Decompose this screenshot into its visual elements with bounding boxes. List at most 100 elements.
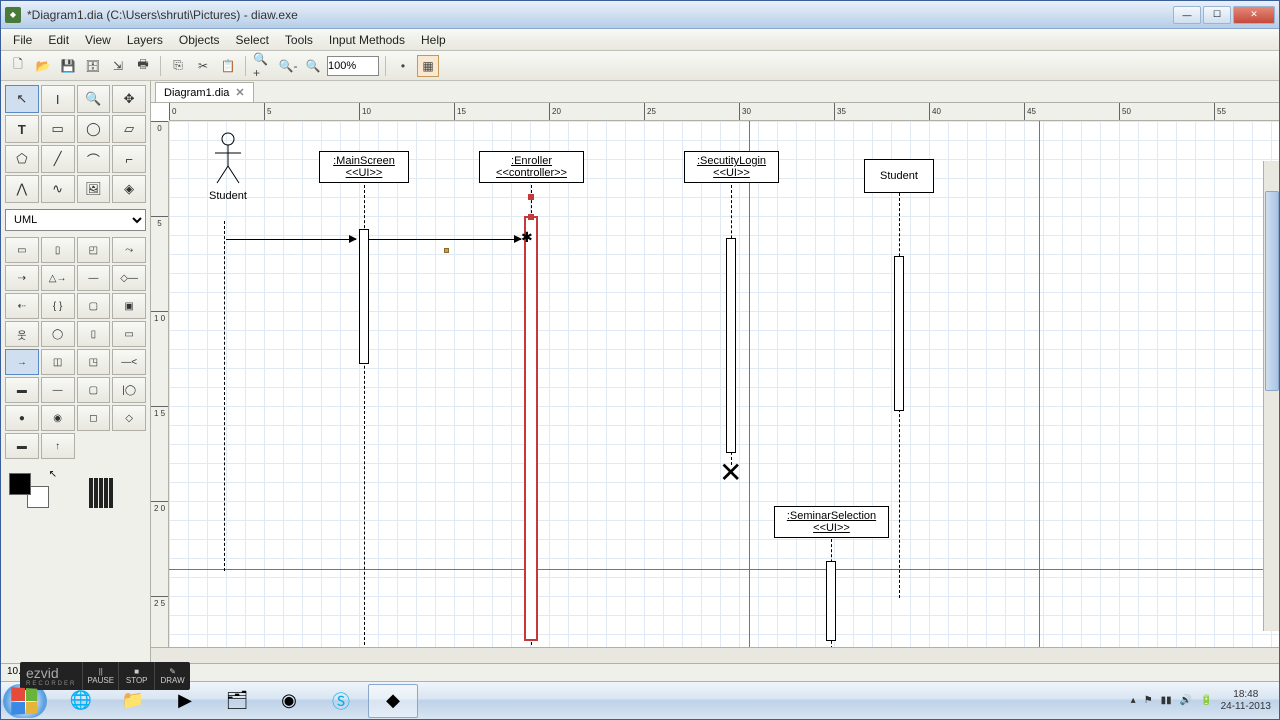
uml-component[interactable]: ◫ <box>41 349 75 375</box>
zoom-out-button[interactable]: 🔍- <box>277 55 299 77</box>
uml-note[interactable]: ◰ <box>77 237 111 263</box>
close-tab-icon[interactable]: ✕ <box>235 86 244 99</box>
ellipse-tool[interactable]: ◯ <box>77 115 111 143</box>
uml-largepackage[interactable]: ▣ <box>112 293 146 319</box>
pointer-tool[interactable]: ↖ <box>5 85 39 113</box>
tray-volume-icon[interactable]: 🔊 <box>1180 695 1192 706</box>
uml-generalization[interactable]: △→ <box>41 265 75 291</box>
copy-button[interactable]: ⎘ <box>167 55 189 77</box>
minimize-button[interactable]: — <box>1173 6 1201 24</box>
maximize-button[interactable]: ☐ <box>1203 6 1231 24</box>
line-pattern[interactable] <box>89 478 113 508</box>
fg-color[interactable] <box>9 473 31 495</box>
new-button[interactable]: 🗋 <box>7 55 29 77</box>
uml-actor[interactable]: 웃 <box>5 321 39 347</box>
close-button[interactable]: ✕ <box>1233 6 1275 24</box>
activation-enroller-selected[interactable] <box>524 216 538 641</box>
uml-activity[interactable]: ▢ <box>77 377 111 403</box>
swap-colors-icon[interactable]: ↖ <box>49 469 57 480</box>
zigzag-tool[interactable]: ⌐ <box>112 145 146 173</box>
uml-realizes[interactable]: ⇢ <box>5 265 39 291</box>
uml-arrow-up[interactable]: ↑ <box>41 433 75 459</box>
tray-clock[interactable]: 18:48 24-11-2013 <box>1221 689 1271 713</box>
scrollbar-horizontal[interactable] <box>151 647 1279 663</box>
message-handle[interactable] <box>444 248 449 253</box>
uml-bar[interactable]: ▬ <box>5 433 39 459</box>
message-arrow-1[interactable] <box>226 239 356 240</box>
uml-object-mainscreen[interactable]: :MainScreen <<UI>> <box>319 151 409 183</box>
beziergon-tool[interactable]: ⬠ <box>5 145 39 173</box>
recorder-draw-button[interactable]: ✎DRAW <box>154 662 190 690</box>
menu-tools[interactable]: Tools <box>277 30 321 50</box>
task-chrome[interactable]: ◉ <box>264 684 314 718</box>
sheet-select[interactable]: UML <box>5 209 146 231</box>
save-as-button[interactable]: 🗄 <box>82 55 104 77</box>
uml-actor-student[interactable]: Student <box>209 131 247 202</box>
uml-message[interactable]: → <box>5 349 39 375</box>
uml-template[interactable]: ▯ <box>41 237 75 263</box>
zoom-select[interactable] <box>327 56 379 76</box>
recorder-stop-button[interactable]: ■STOP <box>118 662 154 690</box>
message-arrow-2[interactable] <box>369 239 521 240</box>
recorder-pause-button[interactable]: ||PAUSE <box>82 662 118 690</box>
text-tool[interactable]: T <box>5 115 39 143</box>
magnify-tool[interactable]: 🔍 <box>77 85 111 113</box>
tray-battery-icon[interactable]: 🔋 <box>1200 695 1212 706</box>
uml-initial[interactable]: ● <box>5 405 39 431</box>
uml-dependency[interactable]: ⤳ <box>112 237 146 263</box>
zoom-fit-button[interactable]: 🔍 <box>302 55 324 77</box>
menu-edit[interactable]: Edit <box>40 30 77 50</box>
uml-object-seminarselection[interactable]: :SeminarSelection <<UI>> <box>774 506 889 538</box>
menu-objects[interactable]: Objects <box>171 30 228 50</box>
activation-seminar[interactable] <box>826 561 836 641</box>
uml-object[interactable]: ▭ <box>112 321 146 347</box>
uml-constraint[interactable]: { } <box>41 293 75 319</box>
uml-class[interactable]: ▭ <box>5 237 39 263</box>
menu-input-methods[interactable]: Input Methods <box>321 30 413 50</box>
tray-flag-icon[interactable]: ⚑ <box>1144 695 1153 706</box>
snap-grid-button[interactable]: ▦ <box>417 55 439 77</box>
uml-smallpackage[interactable]: ▢ <box>77 293 111 319</box>
tab-diagram1[interactable]: Diagram1.dia ✕ <box>155 82 254 102</box>
lifeline-actor[interactable] <box>224 221 225 571</box>
uml-transition[interactable]: ◻ <box>77 405 111 431</box>
uml-state[interactable]: ▬ <box>5 377 39 403</box>
uml-object-securitylogin[interactable]: :SecutityLogin <<UI>> <box>684 151 779 183</box>
scrollbar-vertical[interactable] <box>1263 161 1279 631</box>
line-tool[interactable]: ╱ <box>41 145 75 173</box>
snap-dot-button[interactable]: • <box>392 55 414 77</box>
box-tool[interactable]: ▭ <box>41 115 75 143</box>
menu-select[interactable]: Select <box>228 30 277 50</box>
canvas[interactable]: Student :MainScreen <<UI>> :Enroller <<c… <box>169 121 1279 647</box>
activation-security[interactable] <box>726 238 736 453</box>
uml-node[interactable]: ◳ <box>77 349 111 375</box>
destroy-marker[interactable]: ✕ <box>719 456 742 489</box>
uml-lifeline[interactable]: ▯ <box>77 321 111 347</box>
menu-file[interactable]: File <box>5 30 40 50</box>
uml-classicon[interactable]: —< <box>112 349 146 375</box>
text-edit-tool[interactable]: I <box>41 85 75 113</box>
task-dia[interactable]: ◆ <box>368 684 418 718</box>
open-button[interactable]: 📂 <box>32 55 54 77</box>
uml-usecase[interactable]: ◯ <box>41 321 75 347</box>
bezier-tool[interactable]: ∿ <box>41 175 75 203</box>
task-skype[interactable]: Ⓢ <box>316 684 366 718</box>
outline-tool[interactable]: ◈ <box>112 175 146 203</box>
uml-final[interactable]: ◉ <box>41 405 75 431</box>
uml-implements[interactable]: ⇠ <box>5 293 39 319</box>
save-button[interactable]: 💾 <box>57 55 79 77</box>
menu-help[interactable]: Help <box>413 30 454 50</box>
menu-layers[interactable]: Layers <box>119 30 171 50</box>
uml-receptacle[interactable]: ◇ <box>112 405 146 431</box>
polyline-tool[interactable]: ⋀ <box>5 175 39 203</box>
tray-network-icon[interactable]: ▮▮ <box>1161 695 1172 706</box>
zoom-in-button[interactable]: 🔍+ <box>252 55 274 77</box>
cut-button[interactable]: ✂ <box>192 55 214 77</box>
task-folder[interactable]: 🗂 <box>212 684 262 718</box>
uml-branch[interactable]: — <box>41 377 75 403</box>
uml-fork[interactable]: |◯ <box>112 377 146 403</box>
uml-object-student[interactable]: Student <box>864 159 934 193</box>
arc-tool[interactable]: ⌒ <box>77 145 111 173</box>
menu-view[interactable]: View <box>77 30 119 50</box>
uml-association[interactable]: — <box>77 265 111 291</box>
